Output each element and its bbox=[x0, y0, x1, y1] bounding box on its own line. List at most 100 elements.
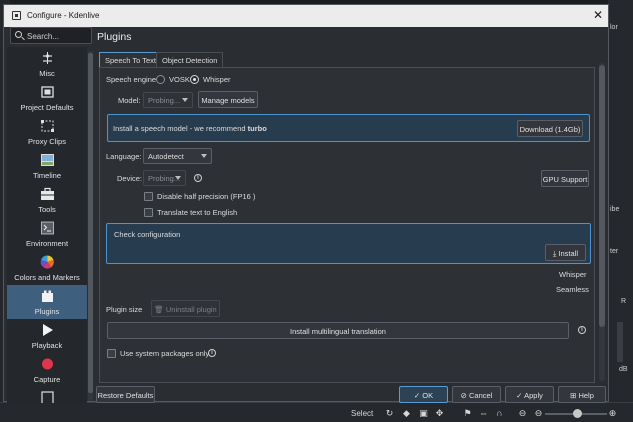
ok-button[interactable]: ✓ OK bbox=[399, 386, 448, 403]
proxy-icon bbox=[41, 120, 54, 132]
radio-vosk-label[interactable]: VOSK bbox=[169, 75, 190, 84]
tab-speech-to-text[interactable]: Speech To Text bbox=[99, 52, 163, 68]
sidebar-scrollbar[interactable] bbox=[88, 51, 93, 401]
radio-whisper-label[interactable]: Whisper bbox=[203, 75, 231, 84]
language-select[interactable]: Autodetect bbox=[143, 148, 212, 164]
sidebar-item-environment[interactable]: Environment bbox=[7, 217, 87, 251]
sidebar-item-playback[interactable]: Playback bbox=[7, 319, 87, 353]
translate-checkbox[interactable] bbox=[144, 208, 153, 217]
gpu-support-button[interactable]: GPU Support bbox=[541, 170, 589, 187]
check-icon: ✓ bbox=[516, 391, 525, 400]
search-box[interactable] bbox=[10, 27, 92, 44]
sidebar-item-capture[interactable]: Capture bbox=[7, 353, 87, 387]
zoom-slider-handle[interactable] bbox=[573, 409, 582, 418]
background-app-right: lor ibe ter R dB bbox=[608, 0, 633, 422]
bg-text: ibe bbox=[610, 206, 620, 213]
manage-models-button[interactable]: Manage models bbox=[198, 91, 258, 108]
spacer-icon[interactable]: ⇔ bbox=[478, 408, 489, 418]
bg-level-meter bbox=[617, 322, 623, 362]
flag-icon[interactable]: ⚑ bbox=[462, 408, 473, 418]
speech-engine-label: Speech engine bbox=[106, 75, 157, 84]
cancel-button[interactable]: ⊘ Cancel bbox=[452, 386, 501, 403]
device-select[interactable]: Probing... bbox=[143, 170, 186, 186]
check-configuration-box: Check configuration ⤓ Install bbox=[106, 223, 591, 264]
sidebar-item-label: Tools bbox=[38, 205, 56, 214]
chevron-down-icon bbox=[182, 98, 188, 102]
sidebar-item-colors-and-markers[interactable]: Colors and Markers bbox=[7, 251, 87, 285]
model-select-value: Probing... bbox=[148, 96, 181, 105]
title-bar: Configure - Kdenlive ✕ bbox=[4, 5, 608, 27]
sidebar-item-label: Plugins bbox=[34, 307, 60, 316]
system-packages-checkbox[interactable] bbox=[107, 349, 116, 358]
magnet-icon[interactable]: ∩ bbox=[494, 408, 505, 418]
info-icon[interactable]: i bbox=[208, 349, 216, 357]
sidebar-item-next[interactable] bbox=[7, 387, 87, 403]
radio-whisper[interactable] bbox=[190, 75, 199, 84]
install-button[interactable]: ⤓ Install bbox=[545, 244, 586, 261]
apply-button[interactable]: ✓ Apply bbox=[505, 386, 554, 403]
zoom-fit-icon[interactable]: ⊖ bbox=[517, 408, 528, 418]
tab-object-detection[interactable]: Object Detection bbox=[156, 52, 224, 68]
chevron-down-icon bbox=[201, 154, 207, 158]
sidebar-item-timeline[interactable]: Timeline bbox=[7, 149, 87, 183]
sidebar-item-label: Colors and Markers bbox=[14, 273, 80, 282]
terminal-icon bbox=[41, 221, 54, 235]
sidebar: Misc Project Defaults Proxy Clips Timeli… bbox=[7, 47, 87, 403]
configure-dialog: Configure - Kdenlive ✕ Misc Project Defa… bbox=[3, 4, 609, 403]
window-title: Configure - Kdenlive bbox=[27, 11, 100, 20]
help-button[interactable]: ⊞ Help bbox=[558, 386, 606, 403]
fp16-checkbox[interactable] bbox=[144, 192, 153, 201]
sidebar-item-label: Project Defaults bbox=[20, 103, 74, 112]
zoom-in-icon[interactable]: ⊕ bbox=[607, 408, 618, 418]
record-icon bbox=[42, 358, 53, 370]
download-model-button[interactable]: Download (1.4Gb) bbox=[517, 120, 583, 137]
move-icon[interactable]: ✥ bbox=[434, 408, 445, 418]
restore-defaults-button[interactable]: Restore Defaults bbox=[96, 386, 155, 403]
install-model-message: Install a speech model - we recommend tu… bbox=[107, 114, 590, 142]
page-title: Plugins bbox=[97, 31, 132, 43]
toolbox-icon bbox=[41, 187, 54, 200]
bg-text: R bbox=[621, 298, 627, 305]
system-packages-label: Use system packages only bbox=[120, 349, 210, 358]
search-input[interactable] bbox=[27, 30, 89, 42]
search-icon bbox=[15, 31, 22, 38]
tag-icon[interactable]: ◆ bbox=[401, 408, 412, 418]
cancel-label: Cancel bbox=[469, 391, 493, 400]
help-label: Help bbox=[578, 391, 594, 400]
sidebar-item-plugins[interactable]: Plugins bbox=[7, 285, 87, 319]
ok-label: OK bbox=[422, 391, 434, 400]
bg-text: ter bbox=[610, 248, 619, 255]
uninstall-plugin-button[interactable]: 🗑 Uninstall plugin bbox=[151, 300, 220, 317]
sidebar-item-tools[interactable]: Tools bbox=[7, 183, 87, 217]
loop-icon[interactable]: ↻ bbox=[384, 408, 395, 418]
sidebar-item-project-defaults[interactable]: Project Defaults bbox=[7, 81, 87, 115]
content-scrollbar[interactable] bbox=[599, 63, 605, 381]
film-icon bbox=[41, 86, 54, 98]
plugin-size-label: Plugin size bbox=[106, 305, 143, 314]
sidebar-item-proxy-clips[interactable]: Proxy Clips bbox=[7, 115, 87, 149]
sidebar-scrollbar-thumb[interactable] bbox=[88, 53, 93, 393]
bg-text: dB bbox=[619, 366, 628, 373]
fp16-label: Disable half precision (FP16 ) bbox=[157, 192, 256, 201]
save-icon[interactable]: ▣ bbox=[418, 408, 429, 418]
window-icon bbox=[12, 11, 21, 20]
chevron-down-icon bbox=[175, 176, 181, 180]
select-tool-label: Select bbox=[351, 409, 374, 418]
plugin-icon bbox=[42, 290, 53, 302]
translate-label: Translate text to English bbox=[157, 208, 238, 217]
sidebar-item-label: Timeline bbox=[32, 171, 62, 180]
info-icon[interactable]: i bbox=[194, 174, 202, 182]
sidebar-item-misc[interactable]: Misc bbox=[7, 47, 87, 81]
radio-vosk[interactable] bbox=[156, 75, 165, 84]
close-icon[interactable]: ✕ bbox=[593, 8, 603, 22]
info-icon[interactable]: i bbox=[578, 326, 586, 334]
sidebar-item-label: Capture bbox=[33, 375, 61, 384]
install-multilingual-button[interactable]: Install multilingual translation bbox=[107, 322, 569, 339]
sidebar-item-label: Playback bbox=[31, 341, 63, 350]
model-select[interactable]: Probing... bbox=[143, 92, 193, 108]
content-scrollbar-thumb[interactable] bbox=[599, 65, 605, 327]
language-select-value: Autodetect bbox=[148, 152, 184, 161]
install-model-text: Install a speech model - we recommend tu… bbox=[113, 124, 267, 133]
zoom-out-icon[interactable]: ⊖ bbox=[533, 408, 544, 418]
trash-icon: 🗑 bbox=[154, 305, 166, 314]
